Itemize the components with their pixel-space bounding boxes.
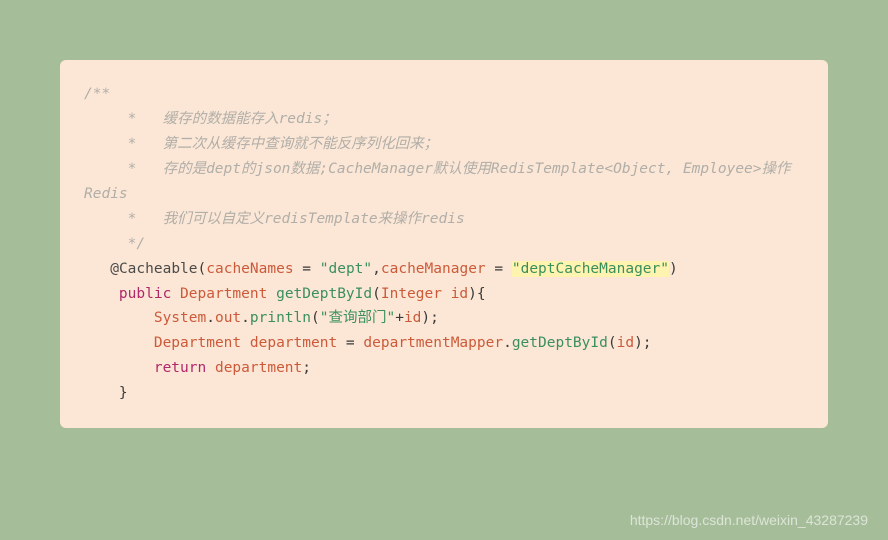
getdeptbyid-call: getDeptById — [512, 335, 608, 351]
call-paren-close: ) — [634, 335, 643, 351]
annotation-name: Cacheable — [119, 261, 198, 277]
body-indent-3 — [84, 360, 154, 376]
cachemanager-attr: cacheManager — [381, 261, 486, 277]
method-paren-close: ) — [468, 286, 477, 302]
println-paren-open: ( — [311, 310, 320, 326]
method-paren-open: ( — [372, 286, 381, 302]
dot-3: . — [503, 335, 512, 351]
call-arg: id — [617, 335, 634, 351]
semi-3: ; — [302, 360, 311, 376]
paren-open: ( — [198, 261, 207, 277]
mapper: departmentMapper — [363, 335, 503, 351]
cachemanager-value: "deptCacheManager" — [512, 261, 669, 277]
assign: = — [337, 335, 363, 351]
brace-close-indent — [84, 385, 119, 401]
keyword-public: public — [119, 286, 171, 302]
plus: + — [395, 310, 404, 326]
println: println — [250, 310, 311, 326]
dot-1: . — [206, 310, 215, 326]
cachenames-value: "dept" — [320, 261, 372, 277]
out: out — [215, 310, 241, 326]
keyword-return: return — [154, 360, 206, 376]
code-block: /** * 缓存的数据能存入redis； * 第二次从缓存中查询就不能反序列化回… — [60, 60, 828, 428]
watermark: https://blog.csdn.net/weixin_43287239 — [630, 512, 868, 528]
paren-close: ) — [669, 261, 678, 277]
comma: , — [372, 261, 381, 277]
comment-close: */ — [84, 236, 145, 252]
semi-2: ; — [643, 335, 652, 351]
code-content: /** * 缓存的数据能存入redis； * 第二次从缓存中查询就不能反序列化回… — [84, 82, 804, 406]
param-name: id — [451, 286, 468, 302]
print-string: "查询部门" — [320, 310, 395, 326]
equals-1: = — [294, 261, 320, 277]
return-var: department — [215, 360, 302, 376]
dot-2: . — [241, 310, 250, 326]
method-indent — [84, 286, 119, 302]
body-indent-2 — [84, 335, 154, 351]
method-name: getDeptById — [276, 286, 372, 302]
comment-line-4: * 我们可以自定义redisTemplate来操作redis — [84, 211, 465, 227]
comment-open: /** — [84, 86, 110, 102]
system: System — [154, 310, 206, 326]
brace-close: } — [119, 385, 128, 401]
comment-line-3: * 存的是dept的json数据;CacheManager默认使用RedisTe… — [84, 161, 791, 202]
param-type: Integer — [381, 286, 442, 302]
var-name: department — [250, 335, 337, 351]
return-type: Department — [180, 286, 267, 302]
brace-open: { — [477, 286, 486, 302]
println-paren-close: ) — [421, 310, 430, 326]
equals-2: = — [486, 261, 512, 277]
body-indent-1 — [84, 310, 154, 326]
var-type: Department — [154, 335, 241, 351]
print-var: id — [404, 310, 421, 326]
semi-1: ; — [430, 310, 439, 326]
cachenames-attr: cacheNames — [206, 261, 293, 277]
comment-line-2: * 第二次从缓存中查询就不能反序列化回来； — [84, 136, 438, 152]
call-paren-open: ( — [608, 335, 617, 351]
annotation-at: @ — [84, 261, 119, 277]
comment-line-1: * 缓存的数据能存入redis； — [84, 111, 337, 127]
